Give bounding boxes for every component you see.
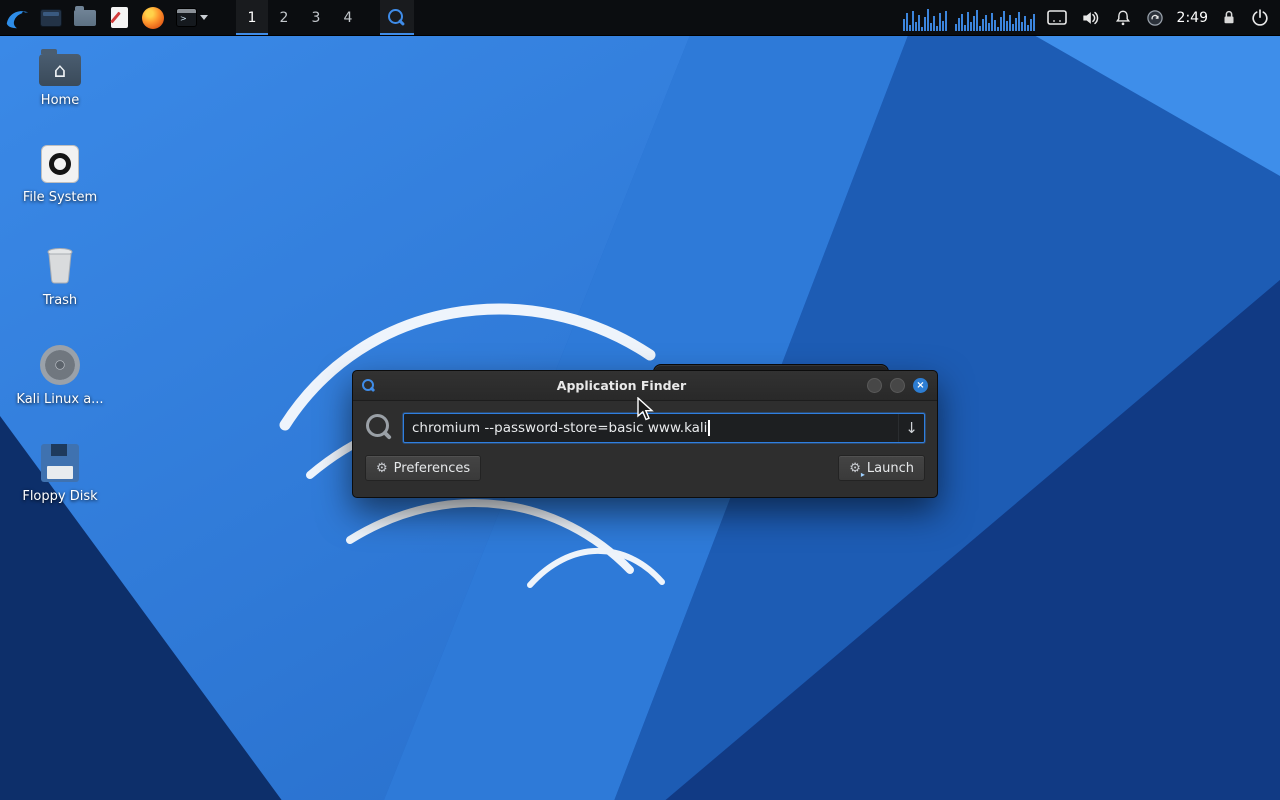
desktop-icon-home[interactable]: ⌂ Home <box>12 54 108 109</box>
update-status-icon[interactable] <box>1145 8 1165 28</box>
clock[interactable]: 2:49 <box>1177 10 1208 26</box>
cpu-graph[interactable] <box>903 5 1035 31</box>
window-controls: × <box>867 378 928 393</box>
notifications-bell-icon[interactable] <box>1113 8 1133 28</box>
search-input[interactable]: chromium --password-store=basic www.kali… <box>403 413 925 443</box>
search-input-value: chromium --password-store=basic www.kali <box>404 420 707 436</box>
desktop-icon-floppy[interactable]: Floppy Disk <box>12 444 108 505</box>
workspace-4[interactable]: 4 <box>332 0 364 35</box>
desktop-icon-kali-cd[interactable]: Kali Linux a... <box>12 345 108 408</box>
file-manager-launcher[interactable] <box>34 0 68 35</box>
power-icon[interactable] <box>1250 8 1270 28</box>
launch-button-label: Launch <box>867 461 914 476</box>
preferences-button-label: Preferences <box>394 461 470 476</box>
taskbar-application-finder[interactable] <box>380 0 414 35</box>
search-icon <box>365 413 395 443</box>
play-icon: ▸ <box>861 470 865 479</box>
lock-icon[interactable] <box>1220 8 1238 28</box>
app-finder-icon <box>362 379 376 393</box>
text-editor-icon <box>111 7 128 28</box>
desktop-icon-list: ⌂ Home File System Trash Kali Linux a...… <box>12 54 108 505</box>
volume-icon[interactable] <box>1079 8 1101 28</box>
desktop-icon-file-system[interactable]: File System <box>12 145 108 206</box>
top-panel: > 1 2 3 4 <box>0 0 1280 36</box>
close-button[interactable]: × <box>913 378 928 393</box>
drive-icon <box>41 145 79 183</box>
firefox-icon <box>142 7 164 29</box>
button-row: ⚙ Preferences ⚙▸ Launch <box>365 455 925 481</box>
desktop-icon-label: Trash <box>43 294 77 309</box>
kali-menu-button[interactable] <box>0 0 34 35</box>
dropdown-arrow-icon[interactable]: ↓ <box>898 414 924 442</box>
preferences-button[interactable]: ⚙ Preferences <box>365 455 481 481</box>
file-manager-icon <box>40 9 62 27</box>
floppy-disk-icon <box>41 444 79 482</box>
panel-status-area: 2:49 <box>903 0 1280 35</box>
panel-launchers: > 1 2 3 4 <box>0 0 414 35</box>
prompt-icon: > <box>180 15 187 23</box>
trash-icon <box>38 242 82 286</box>
chevron-down-icon[interactable] <box>200 15 208 20</box>
kali-logo-icon <box>4 5 30 31</box>
text-caret <box>708 420 710 436</box>
terminal-launcher[interactable]: > <box>170 0 214 35</box>
terminal-launcher-group: > <box>176 8 208 27</box>
app-finder-icon <box>387 8 407 28</box>
application-finder-window: Application Finder × chromium --password… <box>352 370 938 498</box>
house-icon: ⌂ <box>54 60 67 80</box>
workspace-switcher: 1 2 3 4 <box>236 0 364 35</box>
launch-icon: ⚙▸ <box>849 461 861 476</box>
drive-platter-icon <box>49 153 71 175</box>
workspace-1[interactable]: 1 <box>236 0 268 35</box>
gear-icon: ⚙ <box>849 461 861 476</box>
minimize-button[interactable] <box>867 378 882 393</box>
text-editor-launcher[interactable] <box>102 0 136 35</box>
launch-button[interactable]: ⚙▸ Launch <box>838 455 925 481</box>
folder-icon <box>74 10 96 26</box>
workspace-3[interactable]: 3 <box>300 0 332 35</box>
cd-disc-icon <box>40 345 80 385</box>
desktop-icon-label: Kali Linux a... <box>16 393 103 408</box>
desktop-icon-label: File System <box>23 191 97 206</box>
window-title: Application Finder <box>376 378 867 393</box>
home-folder-icon: ⌂ <box>39 54 81 86</box>
gear-icon: ⚙ <box>376 462 388 475</box>
terminal-icon: > <box>176 8 197 27</box>
desktop-icon-label: Floppy Disk <box>22 490 97 505</box>
workspace-2[interactable]: 2 <box>268 0 300 35</box>
mouse-cursor <box>636 397 656 423</box>
display-tray-icon[interactable] <box>1047 10 1067 26</box>
maximize-button[interactable] <box>890 378 905 393</box>
firefox-launcher[interactable] <box>136 0 170 35</box>
desktop-screen: ⌂ Home File System Trash Kali Linux a...… <box>0 0 1280 800</box>
desktop-icon-label: Home <box>41 94 79 109</box>
folder-launcher[interactable] <box>68 0 102 35</box>
desktop-icon-trash[interactable]: Trash <box>12 242 108 309</box>
